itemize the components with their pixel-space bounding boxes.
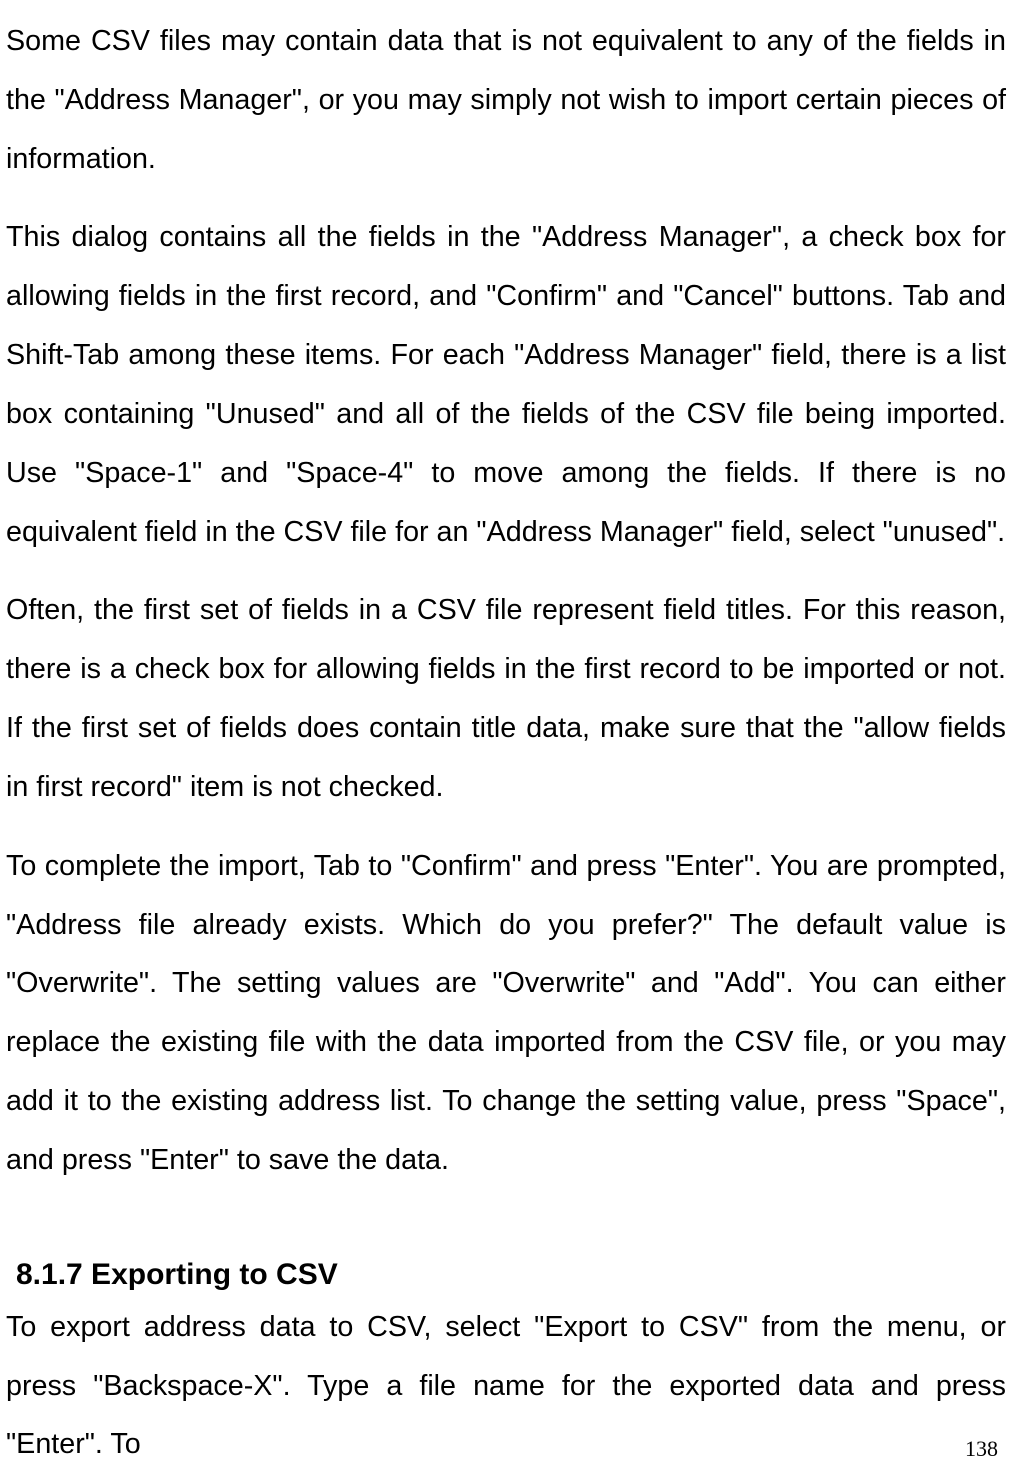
body-paragraph: Often, the first set of fields in a CSV …: [6, 581, 1006, 816]
body-paragraph: Some CSV files may contain data that is …: [6, 12, 1006, 188]
section-heading: 8.1.7 Exporting to CSV: [16, 1258, 1006, 1292]
document-page: Some CSV files may contain data that is …: [0, 0, 1012, 1474]
body-paragraph: This dialog contains all the fields in t…: [6, 208, 1006, 561]
page-number: 138: [965, 1436, 998, 1462]
body-paragraph: To export address data to CSV, select "E…: [6, 1298, 1006, 1474]
body-paragraph: To complete the import, Tab to "Confirm"…: [6, 837, 1006, 1190]
